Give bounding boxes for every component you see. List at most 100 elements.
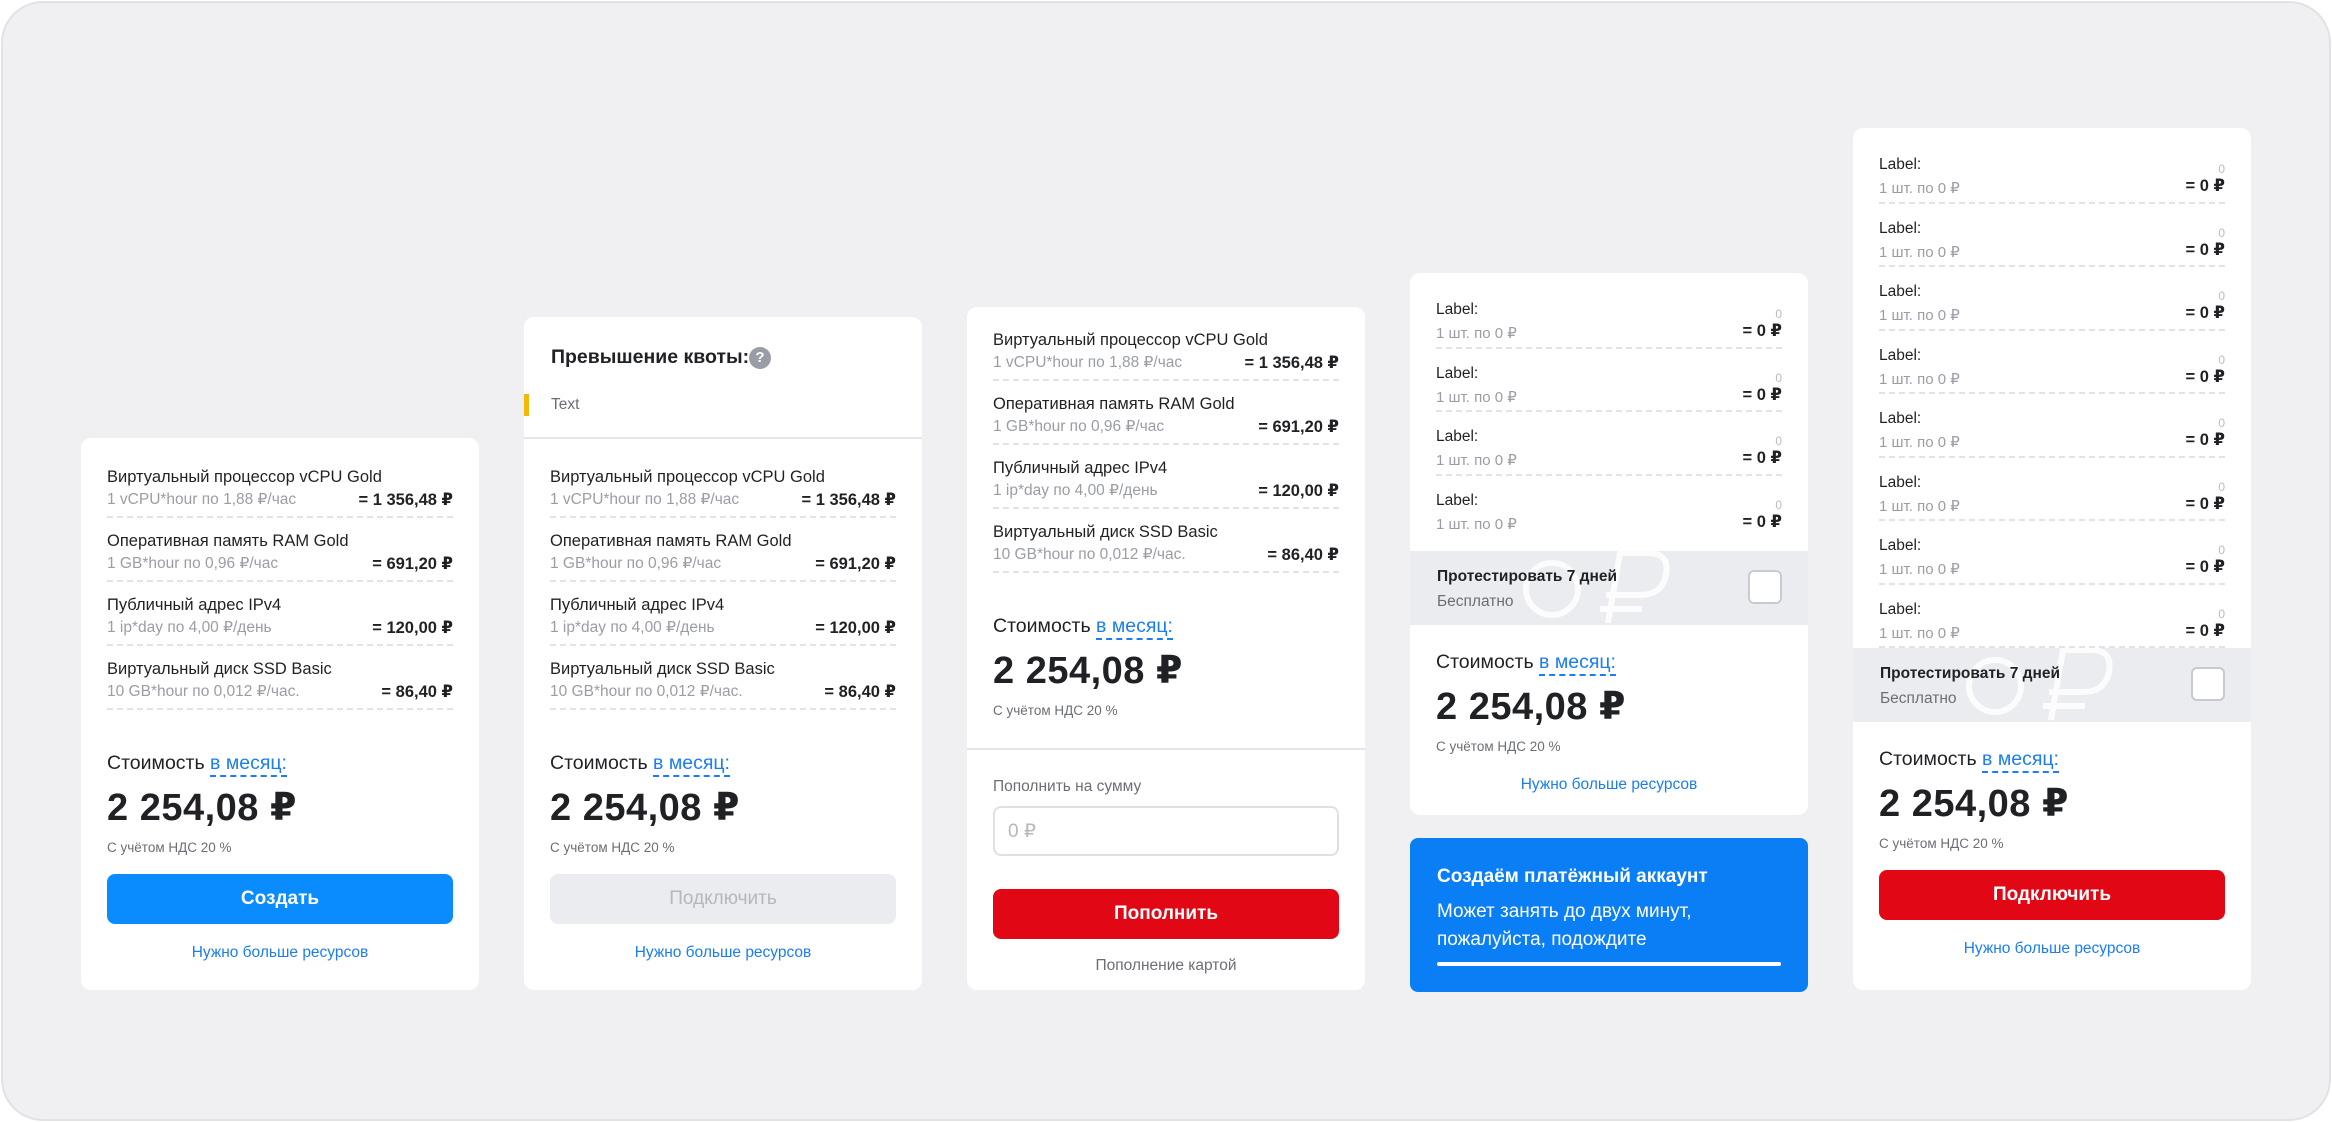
trial-option[interactable]: Протестировать 7 дней Бесплатно: [1853, 648, 2251, 722]
resource-name: Виртуальный процессор vCPU Gold: [993, 331, 1268, 349]
topup-card: Виртуальный процессор vCPU Gold 1 vCPU*h…: [967, 307, 1365, 990]
warning-bar: [524, 394, 529, 416]
trial-title: Протестировать 7 дней: [1437, 568, 1618, 585]
label-name: Label:: [1879, 346, 1922, 364]
resource-rate: 1 vCPU*hour по 1,88 ₽/час: [993, 354, 1183, 371]
resource-price: = 1 356,48 ₽: [801, 491, 896, 509]
order-card-quota: Превышение квоты: ? Text Виртуальный про…: [524, 317, 922, 990]
trial-title: Протестировать 7 дней: [1880, 665, 2061, 682]
resource-price: = 1 356,48 ₽: [1244, 354, 1339, 372]
trial-checkbox[interactable]: [1748, 570, 1782, 604]
cost-block: Стоимость в месяц: 2 254,08 ₽ С учётом Н…: [1879, 748, 2225, 851]
resource-rate: 10 GB*hour по 0,012 ₽/час.: [550, 683, 743, 700]
label-card-large: Label: 0 1 шт. по 0 ₽ = 0 ₽ Label: 0 1 шт. по …: [1853, 128, 2251, 990]
label-rate: 1 шт. по 0 ₽: [1436, 452, 1517, 469]
label-row: Label: 0 1 шт. по 0 ₽ = 0 ₽: [1879, 585, 2225, 648]
resource-row: Публичный адрес IPv4 1 ip*day по 4,00 ₽/…: [550, 582, 896, 646]
topup-button[interactable]: Пополнить: [993, 889, 1339, 939]
label-price: = 0 ₽: [2185, 367, 2225, 386]
label-qty: 0: [2218, 289, 2225, 303]
vat-note: С учётом НДС 20 %: [107, 840, 232, 855]
label-rate: 1 шт. по 0 ₽: [1879, 434, 1960, 451]
resource-name: Оперативная память RAM Gold: [107, 532, 349, 550]
label-price: = 0 ₽: [1742, 322, 1782, 340]
quota-title: Превышение квоты:: [551, 346, 750, 368]
resource-row: Виртуальный процессор vCPU Gold 1 vCPU*h…: [550, 454, 896, 518]
resource-row: Виртуальный диск SSD Basic 10 GB*hour по…: [550, 646, 896, 710]
create-button[interactable]: Создать: [107, 874, 453, 924]
resource-name: Оперативная память RAM Gold: [993, 395, 1235, 413]
topup-amount-input[interactable]: 0 ₽: [993, 806, 1339, 856]
resource-price: = 120,00 ₽: [1258, 482, 1339, 500]
more-resources-link[interactable]: Нужно больше ресурсов: [1436, 776, 1782, 794]
label-name: Label:: [1436, 428, 1479, 445]
label-row: Label: 0 1 шт. по 0 ₽ = 0 ₽: [1436, 476, 1782, 540]
cost-label-text: Стоимость: [1879, 748, 1977, 770]
cost-block: Стоимость в месяц: 2 254,08 ₽ С учётом Н…: [1436, 651, 1782, 754]
resource-rate: 1 ip*day по 4,00 ₽/день: [550, 619, 715, 636]
label-row: Label: 0 1 шт. по 0 ₽ = 0 ₽: [1879, 521, 2225, 585]
label-price: = 0 ₽: [1742, 449, 1782, 467]
label-price: = 0 ₽: [2185, 621, 2225, 640]
label-row: Label: 0 1 шт. по 0 ₽ = 0 ₽: [1879, 267, 2225, 331]
connect-button[interactable]: Подключить: [1879, 870, 2225, 920]
help-icon[interactable]: ?: [749, 347, 771, 369]
ruble-watermark-icon: [1966, 648, 2113, 721]
topup-label: Пополнить на сумму: [993, 778, 1142, 795]
trial-subtitle: Бесплатно: [1880, 690, 1957, 707]
cost-label: Стоимость в месяц:: [993, 615, 1339, 640]
label-qty: 0: [2218, 479, 2225, 494]
topup-card-note: Пополнение картой: [1095, 957, 1237, 974]
resource-name: Публичный адрес IPv4: [107, 596, 282, 614]
resource-list: Виртуальный процессор vCPU Gold 1 vCPU*h…: [550, 454, 896, 710]
label-name: Label:: [1879, 410, 1922, 427]
banner-progress-bar: [1437, 962, 1781, 966]
cost-amount: 2 254,08 ₽: [1436, 686, 1626, 728]
more-resources-link[interactable]: Нужно больше ресурсов: [550, 944, 896, 962]
label-card-small: Label: 0 1 шт. по 0 ₽ = 0 ₽ Label: 0 1 ш…: [1410, 273, 1808, 815]
label-name: Label:: [1436, 364, 1479, 382]
cost-label-text: Стоимость: [993, 615, 1091, 637]
label-rate: 1 шт. по 0 ₽: [1436, 515, 1517, 533]
label-qty: 0: [2218, 225, 2225, 240]
cost-amount: 2 254,08 ₽: [550, 787, 740, 829]
label-rate: 1 шт. по 0 ₽: [1879, 497, 1960, 515]
resource-row: Виртуальный процессор vCPU Gold 1 vCPU*h…: [107, 454, 453, 518]
label-list: Label: 0 1 шт. по 0 ₽ = 0 ₽ Label: 0 1 шт. по …: [1879, 140, 2225, 648]
resource-name: Виртуальный процессор vCPU Gold: [550, 468, 825, 486]
label-rate: 1 шт. по 0 ₽: [1879, 624, 1960, 642]
label-price: = 0 ₽: [2185, 494, 2225, 513]
label-name: Label:: [1879, 600, 1922, 618]
resource-price: = 1 356,48 ₽: [358, 491, 453, 509]
label-rate: 1 шт. по 0 ₽: [1436, 325, 1517, 342]
resource-name: Виртуальный диск SSD Basic: [550, 660, 775, 678]
banner-title: Создаём платёжный аккаунт: [1437, 866, 1708, 887]
period-link[interactable]: в месяц:: [210, 752, 287, 777]
period-link[interactable]: в месяц:: [1096, 615, 1173, 640]
label-qty: 0: [2218, 606, 2225, 621]
order-card-create: Виртуальный процессор vCPU Gold 1 vCPU*h…: [81, 438, 479, 990]
topup-section: Пополнить на сумму 0 ₽ Пополнить Пополне…: [967, 748, 1365, 975]
resource-row: Оперативная память RAM Gold 1 GB*hour по…: [107, 518, 453, 582]
label-row: Label: 0 1 шт. по 0 ₽ = 0 ₽: [1879, 140, 2225, 204]
resource-price: = 691,20 ₽: [815, 555, 896, 573]
label-name: Label:: [1879, 283, 1922, 300]
trial-option[interactable]: Протестировать 7 дней Бесплатно: [1410, 551, 1808, 625]
label-row: Label: 0 1 шт. по 0 ₽ = 0 ₽: [1436, 412, 1782, 476]
period-link[interactable]: в месяц:: [653, 752, 730, 777]
period-link[interactable]: в месяц:: [1982, 748, 2059, 773]
resource-rate: 1 GB*hour по 0,96 ₽/час: [550, 555, 722, 572]
resource-price: = 120,00 ₽: [372, 619, 453, 637]
resource-rate: 1 vCPU*hour по 1,88 ₽/час: [550, 491, 740, 508]
label-name: Label:: [1436, 491, 1479, 509]
label-name: Label:: [1879, 219, 1922, 237]
resource-name: Виртуальный диск SSD Basic: [993, 523, 1218, 541]
label-price: = 0 ₽: [1742, 385, 1782, 404]
more-resources-link[interactable]: Нужно больше ресурсов: [1879, 940, 2225, 958]
more-resources-link[interactable]: Нужно больше ресурсов: [107, 944, 453, 962]
label-price: = 0 ₽: [2185, 431, 2225, 449]
connect-button-disabled[interactable]: Подключить: [550, 874, 896, 924]
period-link[interactable]: в месяц:: [1539, 651, 1616, 676]
trial-checkbox[interactable]: [2191, 667, 2225, 701]
resource-list: Виртуальный процессор vCPU Gold 1 vCPU*h…: [107, 454, 453, 710]
